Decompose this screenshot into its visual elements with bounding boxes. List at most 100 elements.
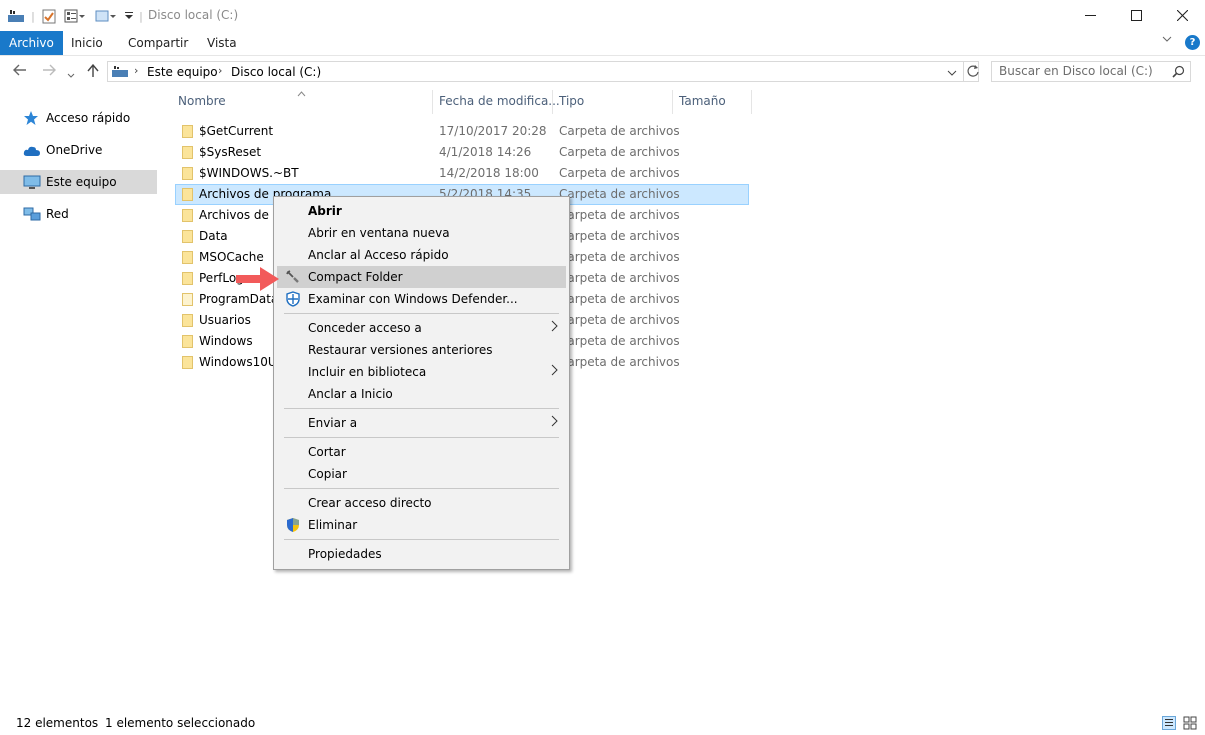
uac-shield-icon <box>285 517 301 533</box>
file-type: Carpeta de archivos <box>559 313 680 327</box>
sidebar-item-red[interactable]: Red <box>0 202 157 226</box>
menu-item-copiar[interactable]: Copiar <box>277 463 566 485</box>
column-separator[interactable] <box>751 90 752 114</box>
folder-icon <box>182 293 193 306</box>
divider: | <box>139 9 143 23</box>
menu-item-abrir-ventana-nueva[interactable]: Abrir en ventana nueva <box>277 222 566 244</box>
sidebar-item-este-equipo[interactable]: Este equipo <box>0 170 157 194</box>
new-folder-icon[interactable] <box>94 8 118 24</box>
folder-icon <box>182 167 193 180</box>
breadcrumb-este-equipo[interactable]: Este equipo <box>147 65 218 79</box>
column-separator[interactable] <box>672 90 673 114</box>
large-icons-view-icon[interactable] <box>1183 716 1197 733</box>
breadcrumb-separator-icon[interactable]: › <box>218 64 222 77</box>
menu-item-label: Conceder acceso a <box>308 321 422 335</box>
file-name: $GetCurrent <box>199 124 274 138</box>
menu-item-anclar-acceso-rapido[interactable]: Anclar al Acceso rápido <box>277 244 566 266</box>
menu-item-cortar[interactable]: Cortar <box>277 441 566 463</box>
network-icon <box>23 206 41 222</box>
refresh-icon[interactable] <box>963 62 980 81</box>
view-options-icon[interactable] <box>63 8 87 24</box>
file-row[interactable]: $WINDOWS.~BT 14/2/2018 18:00 Carpeta de … <box>175 163 749 184</box>
sidebar-item-acceso-rapido[interactable]: Acceso rápido <box>0 106 157 130</box>
menu-item-compact-folder[interactable]: Compact Folder <box>277 266 566 288</box>
menu-item-label: Eliminar <box>308 518 358 532</box>
menu-item-conceder-acceso[interactable]: Conceder acceso a <box>277 317 566 339</box>
menu-item-label: Abrir en ventana nueva <box>308 226 450 240</box>
file-name: Data <box>199 229 228 243</box>
folder-icon <box>182 230 193 243</box>
menu-item-crear-acceso-directo[interactable]: Crear acceso directo <box>277 492 566 514</box>
breadcrumb-separator-icon[interactable]: › <box>134 64 138 77</box>
minimize-button[interactable] <box>1067 0 1113 31</box>
menu-item-label: Copiar <box>308 467 347 481</box>
menu-separator <box>284 408 559 409</box>
folder-icon <box>182 272 193 285</box>
breadcrumb-disco-local[interactable]: Disco local (C:) <box>231 65 321 79</box>
sidebar-item-label: Acceso rápido <box>46 111 131 125</box>
close-button[interactable] <box>1159 0 1205 31</box>
expand-ribbon-icon[interactable] <box>1162 35 1172 46</box>
sidebar-item-label: Este equipo <box>46 175 117 189</box>
menu-item-propiedades[interactable]: Propiedades <box>277 543 566 565</box>
explorer-icon <box>8 8 24 24</box>
tab-compartir[interactable]: Compartir <box>118 31 198 55</box>
file-date: 4/1/2018 14:26 <box>439 145 532 159</box>
column-header-tipo[interactable]: Tipo <box>559 94 584 112</box>
tab-archivo[interactable]: Archivo <box>0 31 63 55</box>
up-arrow-icon[interactable] <box>87 63 99 82</box>
column-separator[interactable] <box>432 90 433 114</box>
file-date: 14/2/2018 18:00 <box>439 166 539 180</box>
file-type: Carpeta de archivos <box>559 229 680 243</box>
menu-item-anclar-inicio[interactable]: Anclar a Inicio <box>277 383 566 405</box>
folder-icon <box>182 188 193 201</box>
customize-toolbar-icon[interactable] <box>123 8 135 24</box>
back-arrow-icon[interactable] <box>13 64 27 80</box>
forward-arrow-icon[interactable] <box>42 64 56 80</box>
folder-icon <box>182 146 193 159</box>
item-count: 12 elementos <box>16 716 99 730</box>
menu-item-eliminar[interactable]: Eliminar <box>277 514 566 536</box>
column-header-tamano[interactable]: Tamaño <box>679 94 726 112</box>
computer-icon <box>112 65 128 81</box>
tab-inicio[interactable]: Inicio <box>61 31 113 55</box>
divider: | <box>31 9 35 23</box>
menu-item-windows-defender[interactable]: Examinar con Windows Defender... <box>277 288 566 310</box>
menu-item-abrir[interactable]: Abrir <box>277 200 566 222</box>
address-dropdown-icon[interactable] <box>947 66 957 80</box>
recent-locations-icon[interactable] <box>67 67 75 83</box>
submenu-arrow-icon <box>551 320 558 335</box>
file-row[interactable]: $GetCurrent 17/10/2017 20:28 Carpeta de … <box>175 121 749 142</box>
folder-icon <box>182 209 193 222</box>
tab-vista[interactable]: Vista <box>197 31 247 55</box>
compress-icon <box>285 269 301 285</box>
file-type: Carpeta de archivos <box>559 292 680 306</box>
menu-item-label: Incluir en biblioteca <box>308 365 427 379</box>
menu-item-label: Anclar al Acceso rápido <box>308 248 449 262</box>
file-name: $WINDOWS.~BT <box>199 166 299 180</box>
search-input[interactable]: Buscar en Disco local (C:) <box>991 61 1191 82</box>
column-header-fecha[interactable]: Fecha de modifica... <box>439 94 560 112</box>
menu-item-label: Examinar con Windows Defender... <box>308 292 518 306</box>
menu-separator <box>284 539 559 540</box>
file-row[interactable]: $SysReset 4/1/2018 14:26 Carpeta de arch… <box>175 142 749 163</box>
ribbon-tabs: Archivo Inicio Compartir Vista ? <box>0 31 1205 56</box>
menu-item-label: Restaurar versiones anteriores <box>308 343 493 357</box>
address-bar[interactable]: › Este equipo › Disco local (C:) <box>107 61 979 82</box>
column-separator[interactable] <box>552 90 553 114</box>
file-type: Carpeta de archivos <box>559 187 680 201</box>
file-name: Usuarios <box>199 313 251 327</box>
sidebar-item-onedrive[interactable]: OneDrive <box>0 138 157 162</box>
properties-icon[interactable] <box>41 8 57 24</box>
help-icon[interactable]: ? <box>1185 35 1200 50</box>
column-header-nombre[interactable]: Nombre <box>178 94 226 112</box>
menu-item-label: Abrir <box>308 204 342 218</box>
maximize-button[interactable] <box>1113 0 1159 31</box>
file-type: Carpeta de archivos <box>559 250 680 264</box>
file-type: Carpeta de archivos <box>559 334 680 348</box>
menu-item-restaurar-versiones[interactable]: Restaurar versiones anteriores <box>277 339 566 361</box>
menu-item-enviar-a[interactable]: Enviar a <box>277 412 566 434</box>
details-view-icon[interactable] <box>1162 716 1176 733</box>
search-placeholder: Buscar en Disco local (C:) <box>999 64 1153 78</box>
menu-item-incluir-biblioteca[interactable]: Incluir en biblioteca <box>277 361 566 383</box>
